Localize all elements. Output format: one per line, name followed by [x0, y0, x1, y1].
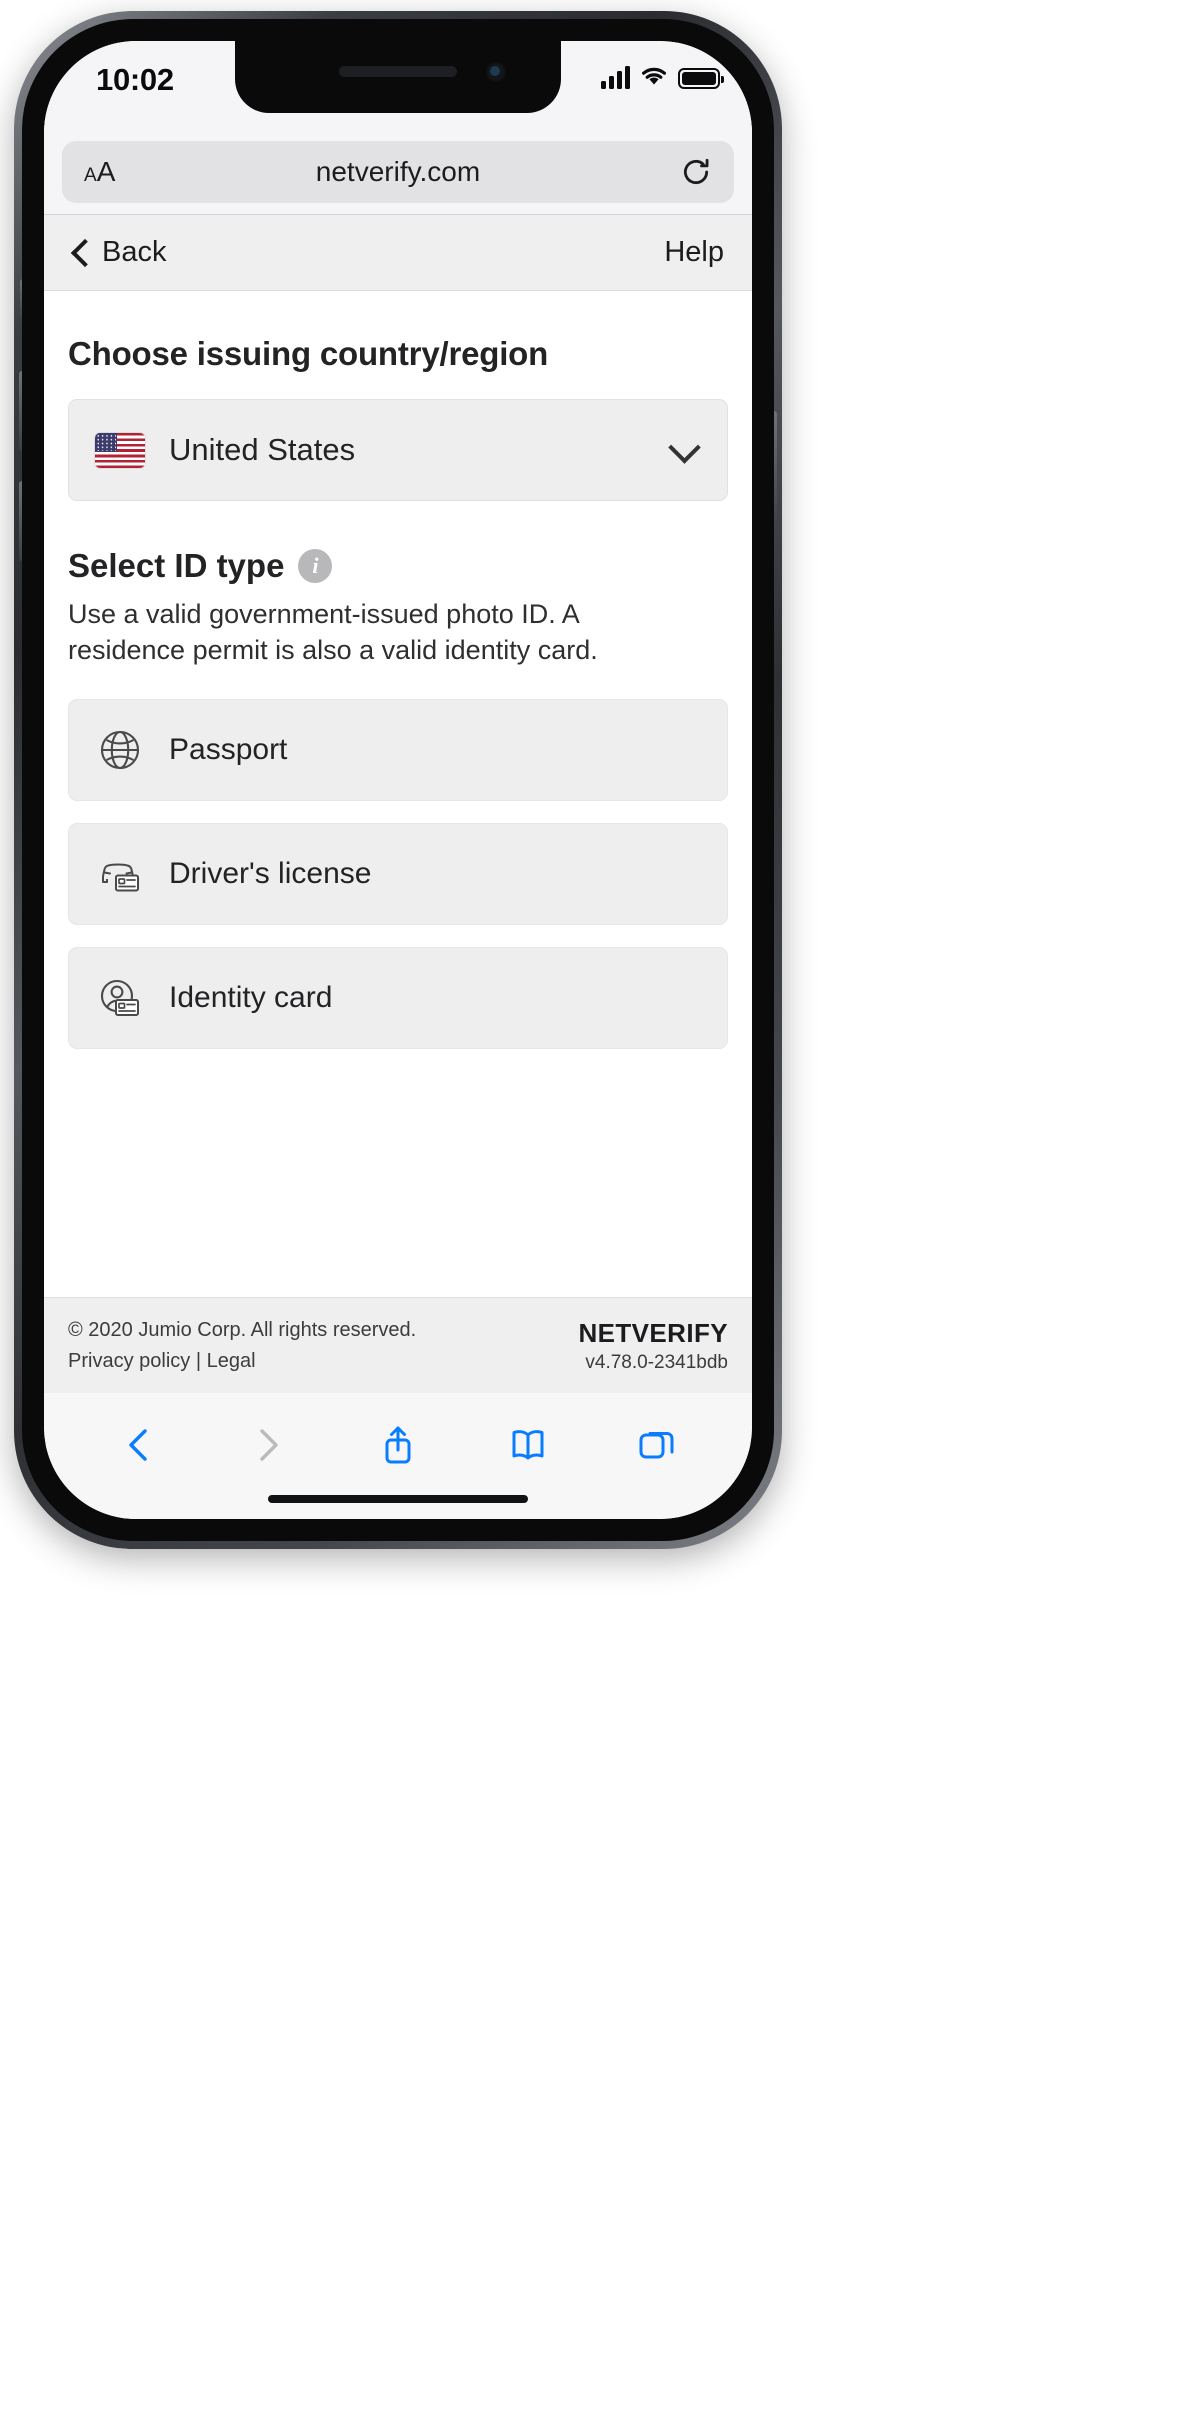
cellular-signal-icon — [601, 65, 630, 89]
back-label: Back — [102, 236, 167, 268]
reload-icon[interactable] — [680, 156, 712, 188]
browser-forward-button[interactable] — [246, 1423, 290, 1467]
footer-right: NETVERIFY v4.78.0-2341bdb — [578, 1318, 728, 1374]
id-option-identity-card[interactable]: Identity card — [68, 946, 728, 1049]
share-icon[interactable] — [376, 1423, 420, 1467]
id-option-label: Passport — [169, 732, 288, 766]
screenshot-root: 10:02 AA netverify.com Back Help Choose … — [0, 0, 1200, 2422]
footer-copyright: © 2020 Jumio Corp. All rights reserved. — [68, 1318, 417, 1341]
page-footer: © 2020 Jumio Corp. All rights reserved. … — [44, 1297, 752, 1393]
car-card-icon — [95, 849, 145, 899]
tabs-icon[interactable] — [635, 1423, 679, 1467]
status-clock: 10:02 — [96, 62, 174, 97]
idtype-description: Use a valid government-issued photo ID. … — [68, 599, 598, 665]
status-bar: 10:02 — [44, 41, 752, 133]
page-header: Back Help — [44, 215, 752, 291]
browser-back-button[interactable] — [117, 1423, 161, 1467]
back-button[interactable]: Back — [72, 236, 166, 269]
browser-url-bar-area: AA netverify.com — [44, 133, 752, 215]
id-option-passport[interactable]: Passport — [68, 698, 728, 801]
idtype-heading: Select ID type — [68, 547, 285, 584]
country-select[interactable]: United States — [68, 399, 728, 501]
country-selected-label: United States — [169, 432, 356, 467]
info-icon[interactable]: i — [298, 549, 333, 583]
country-heading: Choose issuing country/region — [68, 335, 549, 372]
id-option-label: Driver's license — [169, 856, 372, 890]
phone-screen: 10:02 AA netverify.com Back Help Choose … — [44, 41, 752, 1519]
chevron-down-icon — [671, 436, 699, 464]
footer-separator: | — [195, 1349, 202, 1372]
footer-left: © 2020 Jumio Corp. All rights reserved. … — [68, 1315, 416, 1377]
battery-full-icon — [678, 68, 724, 89]
front-camera — [485, 61, 507, 83]
idtype-heading-row: Select ID type i — [68, 547, 728, 585]
wifi-icon — [642, 67, 666, 85]
version-label: v4.78.0-2341bdb — [585, 1351, 728, 1373]
url-text[interactable]: netverify.com — [62, 156, 734, 188]
globe-icon — [95, 725, 145, 775]
bookmarks-icon[interactable] — [506, 1423, 550, 1467]
person-card-icon — [95, 973, 145, 1023]
phone-frame: 10:02 AA netverify.com Back Help Choose … — [14, 11, 782, 1549]
browser-url-bar[interactable]: AA netverify.com — [62, 141, 734, 203]
phone-bezel: 10:02 AA netverify.com Back Help Choose … — [22, 19, 774, 1541]
notch — [235, 41, 561, 113]
netverify-brand: NETVERIFY — [578, 1317, 728, 1348]
status-indicators — [601, 65, 724, 89]
id-options-list: Passport Driver's license Identity card — [68, 698, 728, 1049]
id-option-drivers-license[interactable]: Driver's license — [68, 822, 728, 925]
earpiece-speaker — [339, 66, 457, 77]
main-content: Choose issuing country/region United Sta… — [44, 291, 752, 1343]
home-indicator[interactable] — [268, 1495, 528, 1503]
chevron-left-icon — [72, 239, 88, 267]
legal-link[interactable]: Legal — [207, 1350, 256, 1372]
id-option-label: Identity card — [169, 980, 333, 1014]
help-button[interactable]: Help — [664, 236, 724, 269]
privacy-policy-link[interactable]: Privacy policy — [68, 1350, 190, 1372]
us-flag-icon — [95, 432, 145, 468]
